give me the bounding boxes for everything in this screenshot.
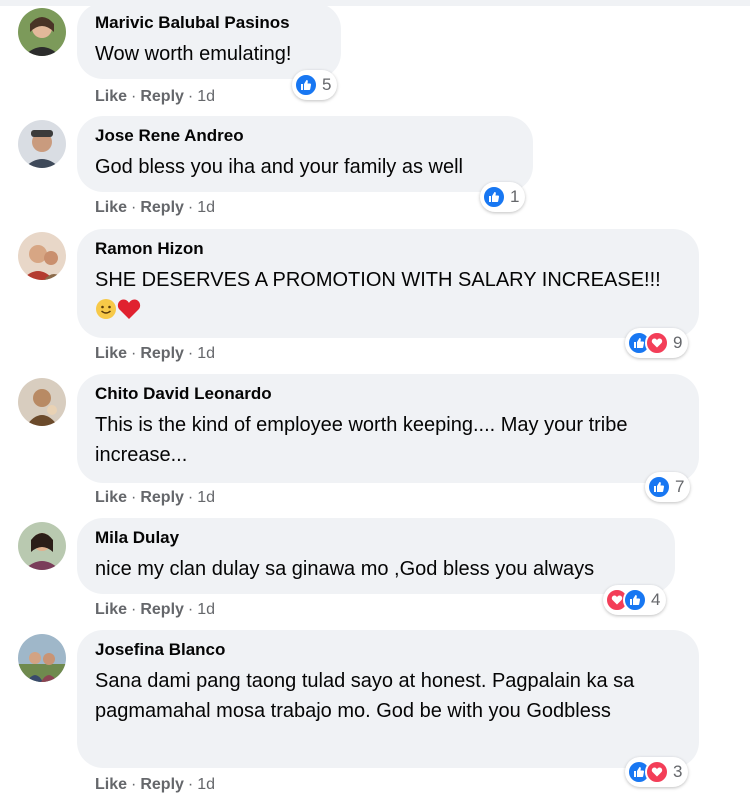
avatar[interactable] bbox=[18, 378, 66, 426]
comment-time[interactable]: 1d bbox=[197, 776, 215, 793]
avatar[interactable] bbox=[18, 634, 66, 682]
comment-author[interactable]: Marivic Balubal Pasinos bbox=[95, 12, 323, 34]
like-icon bbox=[623, 588, 647, 612]
comment-text: SHE DESERVES A PROMOTION WITH SALARY INC… bbox=[95, 265, 681, 329]
like-icon bbox=[647, 475, 671, 499]
comment-author[interactable]: Ramon Hizon bbox=[95, 238, 681, 260]
avatar[interactable] bbox=[18, 522, 66, 570]
like-button[interactable]: Like bbox=[95, 88, 127, 105]
comment-bubble: Marivic Balubal Pasinos Wow worth emulat… bbox=[77, 3, 341, 79]
comment-author[interactable]: Josefina Blanco bbox=[95, 639, 681, 661]
comment-author[interactable]: Chito David Leonardo bbox=[95, 383, 681, 405]
like-button[interactable]: Like bbox=[95, 776, 127, 793]
avatar[interactable] bbox=[18, 8, 66, 56]
reply-button[interactable]: Reply bbox=[140, 489, 184, 506]
reply-button[interactable]: Reply bbox=[140, 345, 184, 362]
comment-bubble: Jose Rene Andreo God bless you iha and y… bbox=[77, 116, 533, 192]
red-heart-emoji bbox=[117, 298, 141, 329]
reaction-count: 1 bbox=[510, 187, 520, 206]
love-icon bbox=[645, 331, 669, 355]
like-button[interactable]: Like bbox=[95, 489, 127, 506]
reply-button[interactable]: Reply bbox=[140, 199, 184, 216]
reaction-count: 7 bbox=[675, 477, 685, 496]
comment-author[interactable]: Jose Rene Andreo bbox=[95, 125, 515, 147]
reaction-summary[interactable]: 7 bbox=[645, 472, 691, 502]
comment-actions: Like · Reply · 1d bbox=[95, 88, 216, 105]
avatar[interactable] bbox=[18, 120, 66, 168]
reaction-count: 9 bbox=[673, 333, 683, 352]
comment-actions: Like · Reply · 1d bbox=[95, 345, 216, 362]
comment-bubble: Chito David Leonardo This is the kind of… bbox=[77, 374, 699, 483]
like-icon bbox=[294, 73, 318, 97]
comment-text: Wow worth emulating! bbox=[95, 43, 292, 65]
comment-text-body: SHE DESERVES A PROMOTION WITH SALARY INC… bbox=[95, 269, 661, 291]
comment-author[interactable]: Mila Dulay bbox=[95, 527, 657, 549]
reaction-summary[interactable]: 3 bbox=[625, 757, 689, 787]
reaction-summary[interactable]: 4 bbox=[603, 585, 667, 615]
reply-button[interactable]: Reply bbox=[140, 88, 184, 105]
comment-text: God bless you iha and your family as wel… bbox=[95, 156, 463, 178]
comment-time[interactable]: 1d bbox=[197, 345, 215, 362]
like-button[interactable]: Like bbox=[95, 199, 127, 216]
comment-bubble: Josefina Blanco Sana dami pang taong tul… bbox=[77, 630, 699, 768]
like-button[interactable]: Like bbox=[95, 601, 127, 618]
reaction-count: 4 bbox=[651, 590, 661, 609]
comment-actions: Like · Reply · 1d bbox=[95, 776, 216, 793]
comment-text: Sana dami pang taong tulad sayo at hones… bbox=[95, 670, 640, 722]
reaction-summary[interactable]: 1 bbox=[480, 182, 526, 212]
comment-time[interactable]: 1d bbox=[197, 88, 215, 105]
comment-actions: Like · Reply · 1d bbox=[95, 601, 216, 618]
reply-button[interactable]: Reply bbox=[140, 601, 184, 618]
comment-time[interactable]: 1d bbox=[197, 601, 215, 618]
comment-text: This is the kind of employee worth keepi… bbox=[95, 414, 634, 466]
reply-button[interactable]: Reply bbox=[140, 776, 184, 793]
comment-bubble: Ramon Hizon SHE DESERVES A PROMOTION WIT… bbox=[77, 229, 699, 338]
comment-bubble: Mila Dulay nice my clan dulay sa ginawa … bbox=[77, 518, 675, 594]
avatar[interactable] bbox=[18, 232, 66, 280]
love-icon bbox=[645, 760, 669, 784]
comment-time[interactable]: 1d bbox=[197, 199, 215, 216]
comment-actions: Like · Reply · 1d bbox=[95, 489, 216, 506]
comment-time[interactable]: 1d bbox=[197, 489, 215, 506]
like-button[interactable]: Like bbox=[95, 345, 127, 362]
smile-emoji bbox=[95, 298, 117, 329]
comment-actions: Like · Reply · 1d bbox=[95, 199, 216, 216]
comment-text: nice my clan dulay sa ginawa mo ,God ble… bbox=[95, 558, 595, 580]
reaction-count: 5 bbox=[322, 75, 332, 94]
like-icon bbox=[482, 185, 506, 209]
reaction-summary[interactable]: 9 bbox=[625, 328, 689, 358]
reaction-summary[interactable]: 5 bbox=[292, 70, 338, 100]
reaction-count: 3 bbox=[673, 762, 683, 781]
